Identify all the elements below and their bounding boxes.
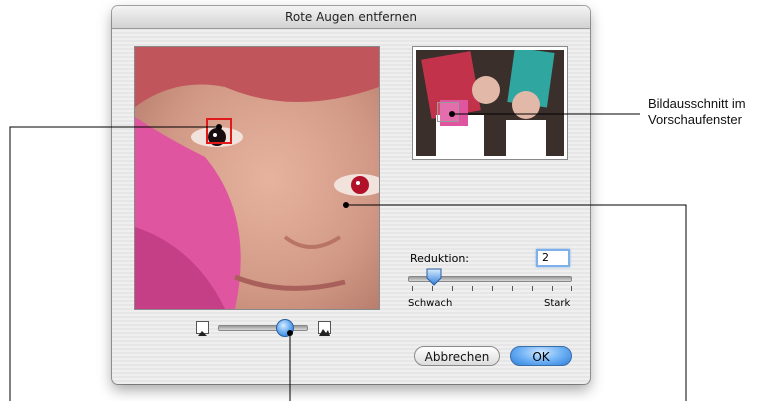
callout-leader-lines (9, 111, 687, 401)
